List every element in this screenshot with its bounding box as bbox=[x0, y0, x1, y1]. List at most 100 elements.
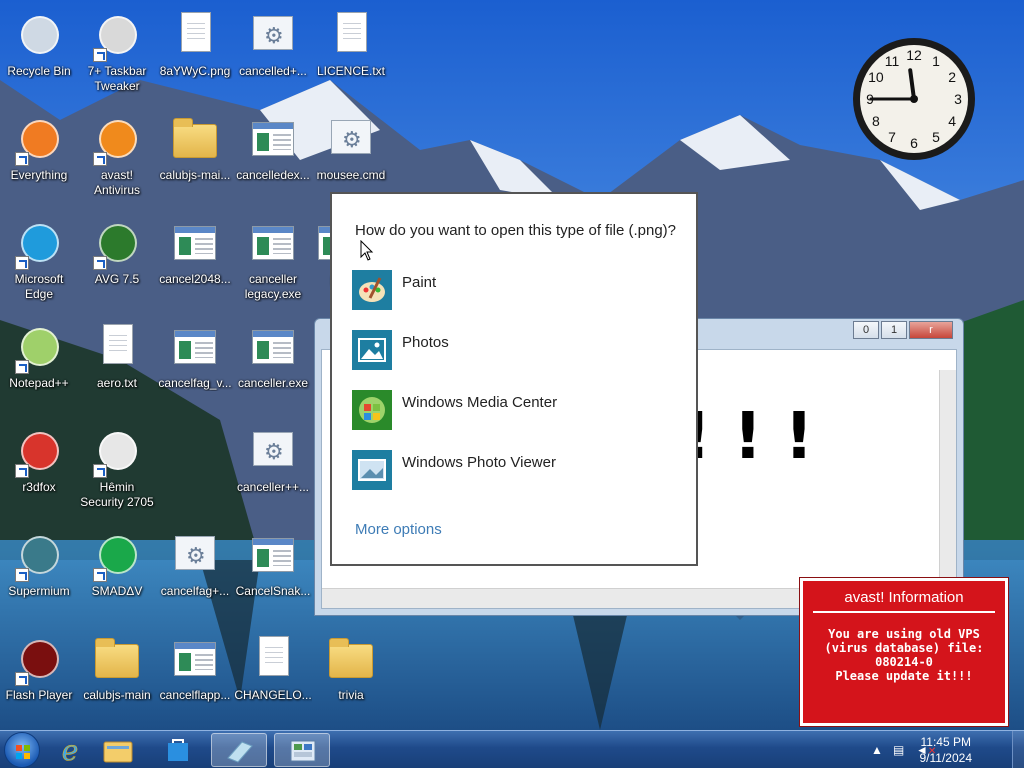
desktop-icon[interactable]: LICENCE.txt bbox=[312, 6, 390, 102]
maximize-button[interactable]: 1 bbox=[881, 321, 907, 339]
media-center-icon bbox=[352, 390, 392, 430]
avast-line: Please update it!!! bbox=[835, 669, 973, 683]
desktop-icon-label: cancel2048... bbox=[159, 272, 231, 286]
clock-number: 3 bbox=[954, 91, 962, 107]
desktop-icon[interactable]: Notepad++ bbox=[0, 318, 78, 414]
desktop-icon-label: CHANGELO... bbox=[234, 688, 312, 702]
desktop-icon[interactable]: cancelledex... bbox=[234, 110, 312, 206]
desktop-icon[interactable]: aero.txt bbox=[78, 318, 156, 414]
desktop-icon-label: cancelledex... bbox=[236, 168, 310, 182]
desktop-icon-label: canceller.exe bbox=[237, 376, 309, 390]
tray-time: 11:45 PM bbox=[920, 735, 971, 749]
desktop-icon-label: avast! Antivirus bbox=[93, 168, 140, 197]
desktop-icon[interactable]: Hêmin Security 2705 bbox=[78, 422, 156, 518]
desktop-icon[interactable]: CHANGELO... bbox=[234, 630, 312, 726]
taskbar-window-button[interactable] bbox=[211, 733, 267, 767]
tray-expand-icon[interactable]: ▲ bbox=[871, 743, 883, 757]
desktop-icon[interactable]: cancelflapp... bbox=[156, 630, 234, 726]
taskbar-control-panel-button[interactable] bbox=[274, 733, 330, 767]
avast-divider bbox=[813, 611, 995, 613]
clock-number: 2 bbox=[948, 69, 956, 85]
gear-file-icon: ⚙ bbox=[249, 428, 297, 476]
taskbar-store-button[interactable] bbox=[150, 733, 206, 767]
desktop-icon-label: trivia bbox=[338, 688, 364, 702]
close-button[interactable]: r bbox=[909, 321, 953, 339]
desktop-icon-label: calubjs-main bbox=[83, 688, 151, 702]
desktop-icon[interactable]: trivia bbox=[312, 630, 390, 726]
desktop-icon[interactable]: SMADΔV bbox=[78, 526, 156, 622]
desktop-icon-label: canceller++... bbox=[236, 480, 310, 494]
app-option-photos[interactable]: Photos bbox=[352, 330, 682, 374]
desktop-icon[interactable]: avast! Antivirus bbox=[78, 110, 156, 206]
desktop-icon[interactable]: 7+ Taskbar Tweaker bbox=[78, 6, 156, 102]
photo-viewer-icon bbox=[352, 450, 392, 490]
app-option-media-center[interactable]: Windows Media Center bbox=[352, 390, 682, 434]
desktop-icon-label: SMADΔV bbox=[91, 584, 143, 598]
desktop-icon[interactable]: canceller.exe bbox=[234, 318, 312, 414]
desktop-icon[interactable]: ⚙ canceller++... bbox=[234, 422, 312, 518]
desktop-icon-label: aero.txt bbox=[96, 376, 138, 390]
desktop-icon[interactable]: cancel2048... bbox=[156, 214, 234, 310]
clock-number: 6 bbox=[910, 135, 918, 151]
desktop-icon-label: cancelled+... bbox=[239, 64, 307, 78]
taskbar-explorer-button[interactable] bbox=[90, 733, 146, 767]
gear-file-icon: ⚙ bbox=[171, 532, 219, 580]
edge-icon bbox=[15, 220, 63, 270]
desktop-icon-label: Recycle Bin bbox=[7, 64, 71, 78]
minimize-button[interactable]: 0 bbox=[853, 321, 879, 339]
desktop-icon[interactable]: 8aYWyC.png bbox=[156, 6, 234, 102]
desktop-icon-label: Everything bbox=[10, 168, 68, 182]
show-desktop-button[interactable] bbox=[1012, 731, 1024, 768]
app-name: Photos bbox=[402, 334, 449, 351]
open-with-dialog: How do you want to open this type of fil… bbox=[330, 192, 698, 566]
desktop-icon[interactable]: CancelSnak... bbox=[234, 526, 312, 622]
smadav-icon bbox=[93, 532, 141, 582]
desktop-icon-label: Supermium bbox=[8, 584, 70, 598]
desktop-icon-label: r3dfox bbox=[22, 480, 56, 494]
desktop-icon[interactable]: ⚙ cancelfag+... bbox=[156, 526, 234, 622]
clock-number: 7 bbox=[888, 129, 896, 145]
more-options-link[interactable]: More options bbox=[355, 521, 442, 538]
app-option-paint[interactable]: Paint bbox=[352, 270, 682, 314]
start-button[interactable] bbox=[4, 732, 40, 768]
notepad-plus-plus-icon bbox=[15, 324, 63, 374]
paint-icon bbox=[352, 270, 392, 310]
desktop-icon[interactable]: Microsoft Edge bbox=[0, 214, 78, 310]
taskbar: e ▲ ▤ ◄✕ 11:45 PM 9/11/2024 bbox=[0, 730, 1024, 768]
vertical-scrollbar[interactable] bbox=[939, 370, 956, 586]
desktop-icon[interactable]: cancelfag_v... bbox=[156, 318, 234, 414]
desktop-icon[interactable]: Recycle Bin bbox=[0, 6, 78, 102]
app-option-photo-viewer[interactable]: Windows Photo Viewer bbox=[352, 450, 682, 494]
clock-number: 1 bbox=[932, 53, 940, 69]
app-name: Paint bbox=[402, 274, 437, 291]
desktop-icon[interactable]: AVG 7.5 bbox=[78, 214, 156, 310]
exe-file-icon bbox=[171, 636, 219, 684]
avast-line: (virus database) file: bbox=[824, 641, 984, 655]
tray-date: 9/11/2024 bbox=[919, 751, 973, 765]
text-file-icon bbox=[93, 324, 141, 372]
desktop-icon-label: mousee.cmd bbox=[316, 168, 386, 182]
r3dfox-icon bbox=[15, 428, 63, 478]
flash-player-icon bbox=[15, 636, 63, 686]
control-panel-icon bbox=[290, 740, 316, 762]
desktop-icon[interactable]: calubjs-main bbox=[78, 630, 156, 726]
desktop-icon[interactable]: Supermium bbox=[0, 526, 78, 622]
desktop-icon[interactable]: Flash Player bbox=[0, 630, 78, 726]
desktop-icon-label: calubjs-mai... bbox=[159, 168, 231, 182]
exe-file-icon bbox=[249, 324, 297, 372]
avast-notification[interactable]: avast! Information You are using old VPS… bbox=[799, 577, 1009, 727]
tray-clock[interactable]: 11:45 PM 9/11/2024 bbox=[920, 734, 973, 766]
desktop-icon[interactable]: calubjs-mai... bbox=[156, 110, 234, 206]
gear-file-icon: ⚙ bbox=[249, 12, 297, 60]
avast-title: avast! Information bbox=[844, 589, 964, 606]
desktop-icon[interactable]: Everything bbox=[0, 110, 78, 206]
tray-network-icon[interactable]: ▤ bbox=[893, 743, 904, 757]
desktop-icon-label: Notepad++ bbox=[9, 376, 69, 390]
folder-icon bbox=[93, 636, 141, 684]
recycle-bin-icon bbox=[15, 12, 63, 60]
photos-icon bbox=[352, 330, 392, 370]
desktop-icon-label: cancelfag_v... bbox=[158, 376, 232, 390]
desktop-icon[interactable]: r3dfox bbox=[0, 422, 78, 518]
desktop-icon[interactable]: ⚙ cancelled+... bbox=[234, 6, 312, 102]
avast-line: You are using old VPS bbox=[828, 627, 980, 641]
